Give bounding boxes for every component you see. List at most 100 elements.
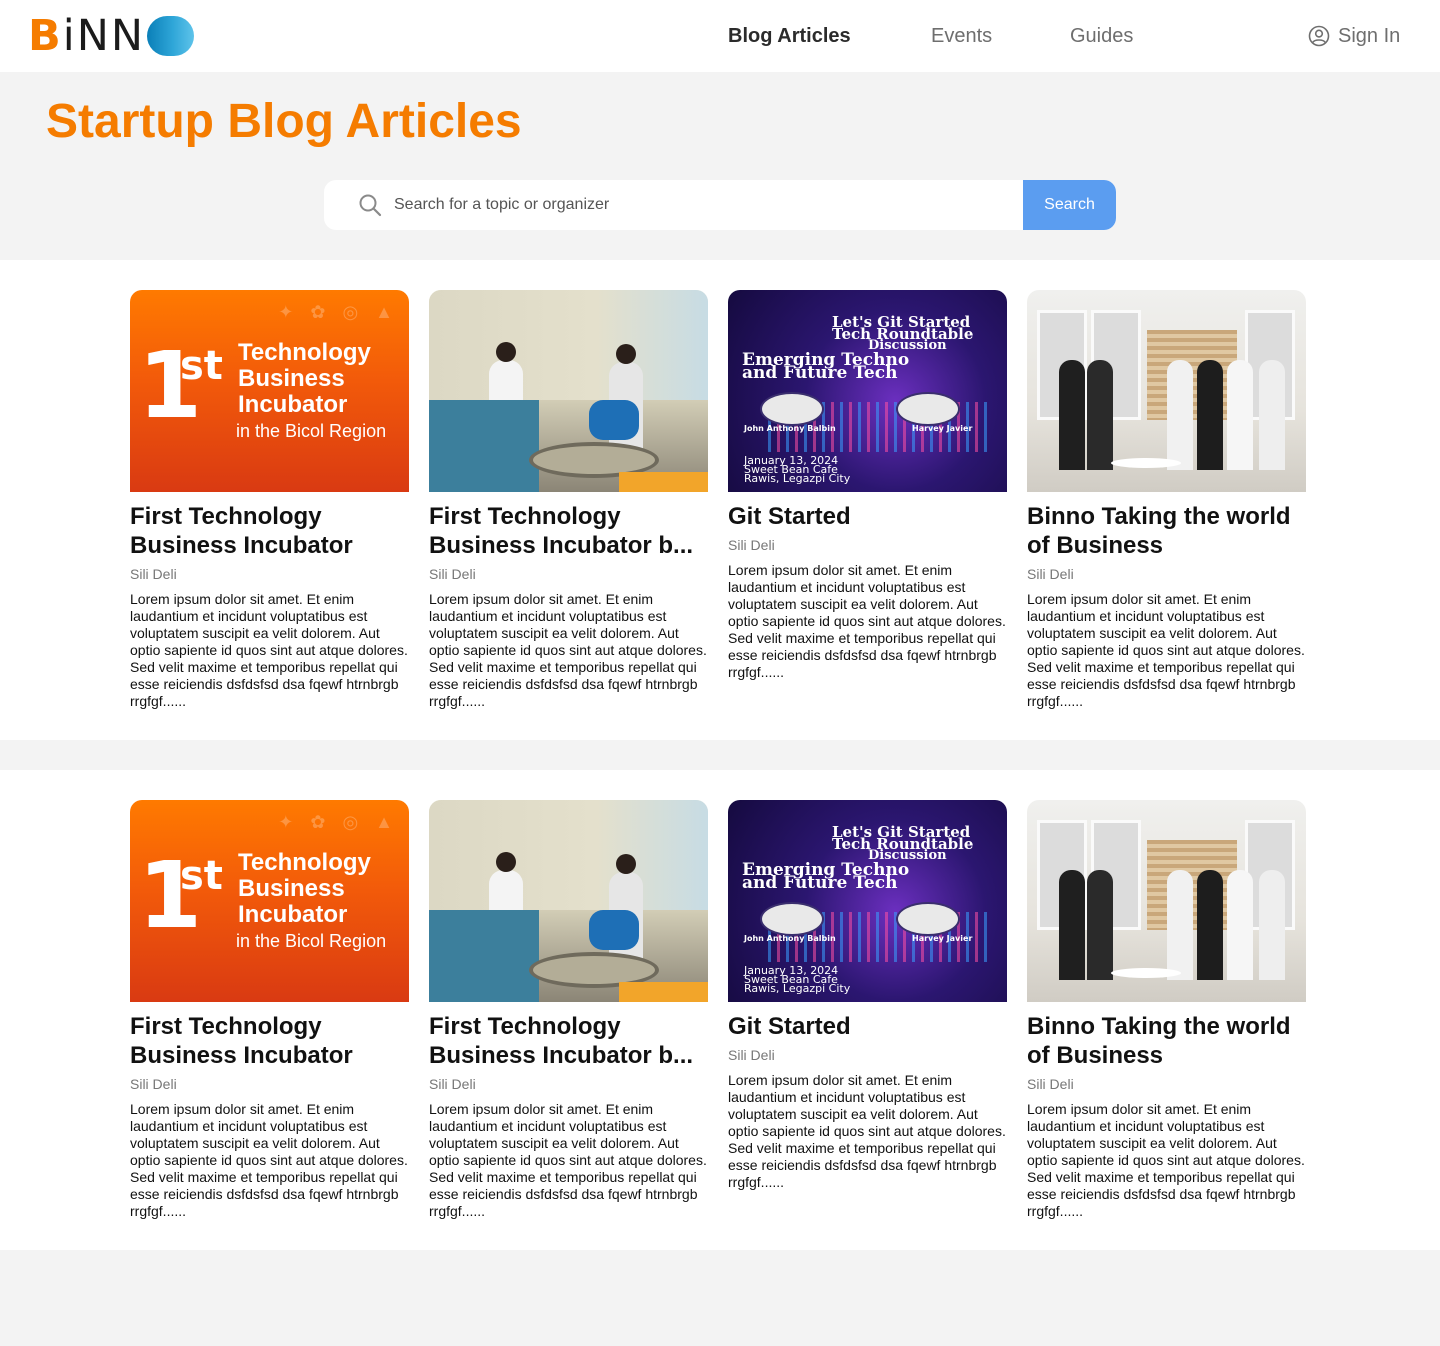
sign-in-label: Sign In (1338, 24, 1401, 47)
thumbnail-text: John Anthony Balbin (744, 934, 836, 943)
nav-events[interactable]: Events (931, 0, 992, 72)
article-thumbnail (429, 290, 708, 492)
search-bar: Search (324, 180, 1116, 230)
search-input[interactable] (394, 180, 1014, 230)
thumbnail-photo-head (616, 344, 636, 364)
thumbnail-speaker-photo (896, 902, 960, 936)
thumbnail-photo-crate (619, 982, 708, 1002)
article-title[interactable]: Binno Taking the world of Business (1027, 1012, 1306, 1070)
thumbnail-photo-person (1167, 870, 1193, 980)
article-card[interactable]: ✦ ✿ ◎ ▲ 1 st Technology Business Incubator… (130, 290, 409, 710)
article-author: Sili Deli (728, 537, 775, 553)
article-excerpt: Lorem ipsum dolor sit amet. Et enim laud… (130, 591, 408, 709)
top-navigation-bar: BiNN Blog Articles Events Guides Sign In (0, 0, 1440, 72)
article-card[interactable]: First Technology Business Incubator b...… (429, 290, 708, 710)
article-thumbnail (429, 800, 708, 1002)
article-title[interactable]: First Technology Business Incubator (130, 1012, 409, 1070)
thumbnail-photo-crate (619, 472, 708, 492)
search-icon (359, 194, 382, 217)
article-thumbnail (1027, 800, 1306, 1002)
article-thumbnail: ✦ ✿ ◎ ▲ 1 st Technology Business Incubator… (130, 800, 409, 1002)
sign-in-button[interactable]: Sign In (1308, 0, 1400, 72)
article-thumbnail: Let's Git Started Tech Roundtable Discus… (728, 290, 1007, 492)
search-button[interactable]: Search (1023, 180, 1116, 230)
article-card[interactable]: Let's Git Started Tech Roundtable Discus… (728, 290, 1007, 710)
thumbnail-photo-machine (429, 910, 539, 1002)
article-card[interactable]: First Technology Business Incubator b...… (429, 800, 708, 1220)
thumbnail-text: Harvey Javier (912, 424, 973, 433)
thumbnail-photo-person (1259, 360, 1285, 470)
article-author: Sili Deli (1027, 566, 1074, 582)
article-thumbnail: Let's Git Started Tech Roundtable Discus… (728, 800, 1007, 1002)
article-author: Sili Deli (429, 566, 476, 582)
article-thumbnail: ✦ ✿ ◎ ▲ 1 st Technology Business Incubator… (130, 290, 409, 492)
article-card[interactable]: Binno Taking the world of Business Sili … (1027, 800, 1306, 1220)
thumbnail-photo-wall (429, 800, 708, 910)
thumbnail-watermark: ✦ ✿ ◎ ▲ (278, 302, 399, 322)
logo-wordmark: BiNN (28, 14, 145, 58)
thumbnail-photo-person (1259, 870, 1285, 980)
thumbnail-subheading: in the Bicol Region (236, 931, 387, 951)
thumbnail-text: and Future Tech (742, 363, 898, 383)
user-circle-icon (1308, 25, 1330, 47)
articles-section-1: ✦ ✿ ◎ ▲ 1 st Technology Business Incubator… (0, 260, 1440, 740)
articles-section-2: ✦ ✿ ◎ ▲ 1 st Technology Business Incubator… (0, 770, 1440, 1250)
page-title: Startup Blog Articles (46, 95, 522, 148)
article-excerpt: Lorem ipsum dolor sit amet. Et enim laud… (130, 1101, 408, 1219)
card-grid: ✦ ✿ ◎ ▲ 1 st Technology Business Incubator… (130, 800, 1306, 1220)
article-title[interactable]: First Technology Business Incubator (130, 502, 409, 560)
thumbnail-photo-head (616, 854, 636, 874)
article-excerpt: Lorem ipsum dolor sit amet. Et enim laud… (1027, 1101, 1305, 1219)
thumbnail-text: and Future Tech (742, 873, 898, 893)
thumbnail-heading: Technology Business Incubator (238, 339, 371, 418)
thumbnail-speaker-photo (896, 392, 960, 426)
thumbnail-photo-person (1087, 360, 1113, 470)
thumbnail-photo-person (1059, 360, 1085, 470)
logo-b: B (28, 11, 63, 61)
thumbnail-subheading: in the Bicol Region (236, 421, 387, 441)
article-card[interactable]: Let's Git Started Tech Roundtable Discus… (728, 800, 1007, 1220)
article-author: Sili Deli (429, 1076, 476, 1092)
thumbnail-photo-person (1167, 360, 1193, 470)
article-author: Sili Deli (1027, 1076, 1074, 1092)
article-excerpt: Lorem ipsum dolor sit amet. Et enim laud… (429, 591, 707, 709)
logo-rest: iNN (62, 11, 146, 61)
thumbnail-text: John Anthony Balbin (744, 424, 836, 433)
article-card[interactable]: Binno Taking the world of Business Sili … (1027, 290, 1306, 710)
thumbnail-suffix: st (180, 853, 223, 899)
thumbnail-suffix: st (180, 343, 223, 389)
thumbnail-heading: Technology Business Incubator (238, 849, 371, 928)
thumbnail-photo-wall (429, 290, 708, 400)
article-title[interactable]: First Technology Business Incubator b... (429, 502, 708, 560)
article-author: Sili Deli (728, 1047, 775, 1063)
thumbnail-photo-table (1111, 458, 1181, 468)
thumbnail-photo-person (1087, 870, 1113, 980)
thumbnail-photo-person (1227, 870, 1253, 980)
article-title[interactable]: Git Started (728, 1012, 1007, 1041)
article-excerpt: Lorem ipsum dolor sit amet. Et enim laud… (728, 1072, 1006, 1190)
card-grid: ✦ ✿ ◎ ▲ 1 st Technology Business Incubator… (130, 290, 1306, 710)
thumbnail-watermark: ✦ ✿ ◎ ▲ (278, 812, 399, 832)
article-excerpt: Lorem ipsum dolor sit amet. Et enim laud… (429, 1101, 707, 1219)
article-excerpt: Lorem ipsum dolor sit amet. Et enim laud… (1027, 591, 1305, 709)
thumbnail-photo-tank (589, 910, 639, 950)
article-card[interactable]: ✦ ✿ ◎ ▲ 1 st Technology Business Incubator… (130, 800, 409, 1220)
thumbnail-photo-head (496, 342, 516, 362)
thumbnail-photo-tank (589, 400, 639, 440)
thumbnail-photo-table (1111, 968, 1181, 978)
article-excerpt: Lorem ipsum dolor sit amet. Et enim laud… (728, 562, 1006, 680)
logo-o-mark (147, 16, 195, 56)
thumbnail-text: Harvey Javier (912, 934, 973, 943)
thumbnail-speaker-photo (760, 902, 824, 936)
thumbnail-photo-person (1197, 360, 1223, 470)
article-title[interactable]: First Technology Business Incubator b... (429, 1012, 708, 1070)
article-thumbnail (1027, 290, 1306, 492)
thumbnail-text: Rawis, Legazpi City (744, 472, 851, 485)
article-author: Sili Deli (130, 1076, 177, 1092)
binno-logo[interactable]: BiNN (28, 14, 195, 58)
thumbnail-photo-person (1197, 870, 1223, 980)
nav-blog-articles[interactable]: Blog Articles (728, 0, 851, 72)
article-title[interactable]: Binno Taking the world of Business (1027, 502, 1306, 560)
article-title[interactable]: Git Started (728, 502, 1007, 531)
nav-guides[interactable]: Guides (1070, 0, 1133, 72)
